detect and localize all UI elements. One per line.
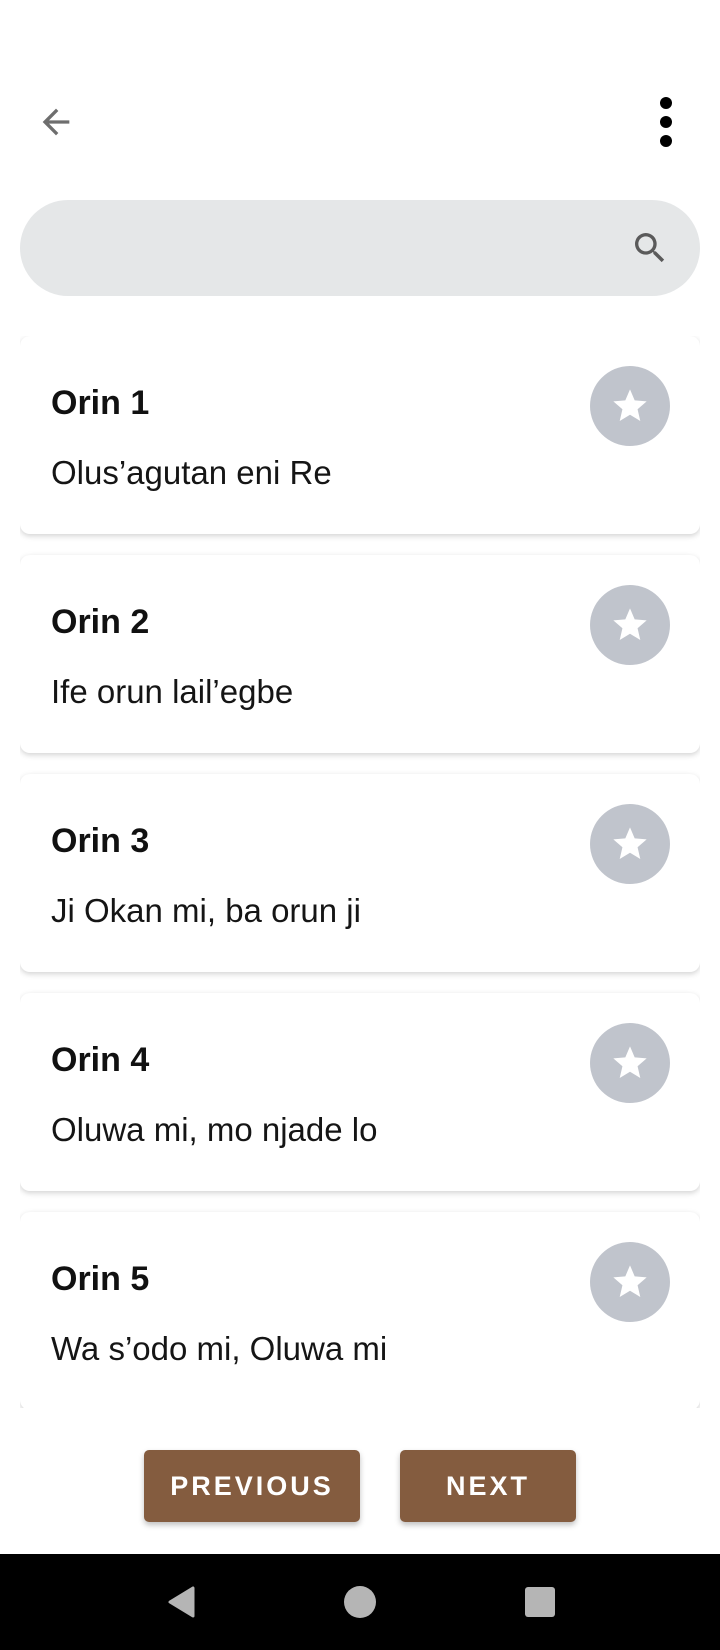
previous-button[interactable]: PREVIOUS bbox=[144, 1450, 360, 1522]
favorite-button[interactable] bbox=[590, 585, 670, 665]
system-home-icon bbox=[344, 1586, 376, 1618]
system-back-icon bbox=[168, 1586, 195, 1618]
list-item[interactable]: Orin 3 Ji Okan mi, ba orun ji bbox=[20, 774, 700, 972]
item-subtitle: Wa s’odo mi, Oluwa mi bbox=[51, 1330, 388, 1367]
back-button[interactable] bbox=[30, 96, 82, 148]
star-icon bbox=[613, 1265, 647, 1297]
arrow-left-icon bbox=[42, 108, 70, 136]
star-icon bbox=[613, 389, 647, 421]
star-icon bbox=[613, 608, 647, 640]
favorite-button[interactable] bbox=[590, 366, 670, 446]
list-item[interactable]: Orin 2 Ife orun lail’egbe bbox=[20, 555, 700, 753]
favorite-button[interactable] bbox=[590, 1242, 670, 1322]
system-navigation-bar bbox=[0, 1554, 720, 1650]
search-button[interactable] bbox=[628, 226, 672, 270]
list-item[interactable]: Orin 5 Wa s’odo mi, Oluwa mi bbox=[20, 1212, 700, 1408]
star-icon bbox=[613, 1046, 647, 1078]
next-button[interactable]: NEXT bbox=[400, 1450, 576, 1522]
item-title: Orin 4 bbox=[51, 1041, 150, 1079]
favorite-button[interactable] bbox=[590, 804, 670, 884]
item-title: Orin 1 bbox=[51, 384, 150, 422]
item-title: Orin 5 bbox=[51, 1260, 150, 1298]
more-vert-icon bbox=[660, 97, 672, 147]
system-recents-icon bbox=[525, 1587, 555, 1617]
item-subtitle: Olus’agutan eni Re bbox=[51, 454, 332, 491]
star-icon bbox=[613, 827, 647, 859]
search-icon bbox=[635, 233, 665, 263]
pagination-controls: PREVIOUS NEXT bbox=[0, 1450, 720, 1522]
search-bar[interactable] bbox=[20, 200, 700, 298]
system-back-button[interactable] bbox=[154, 1574, 210, 1630]
item-subtitle: Ife orun lail’egbe bbox=[51, 673, 294, 710]
system-home-button[interactable] bbox=[332, 1574, 388, 1630]
item-subtitle: Ji Okan mi, ba orun ji bbox=[51, 892, 361, 929]
item-subtitle: Oluwa mi, mo njade lo bbox=[51, 1111, 378, 1148]
search-input[interactable] bbox=[48, 200, 612, 298]
app-bar bbox=[0, 0, 720, 190]
list-item[interactable]: Orin 4 Oluwa mi, mo njade lo bbox=[20, 993, 700, 1191]
item-title: Orin 3 bbox=[51, 822, 150, 860]
favorite-button[interactable] bbox=[590, 1023, 670, 1103]
list-item[interactable]: Orin 1 Olus’agutan eni Re bbox=[20, 336, 700, 534]
more-options-button[interactable] bbox=[642, 90, 690, 154]
song-list: Orin 1 Olus’agutan eni Re Orin 2 Ife oru… bbox=[20, 336, 700, 1408]
system-recents-button[interactable] bbox=[512, 1574, 568, 1630]
item-title: Orin 2 bbox=[51, 603, 150, 641]
